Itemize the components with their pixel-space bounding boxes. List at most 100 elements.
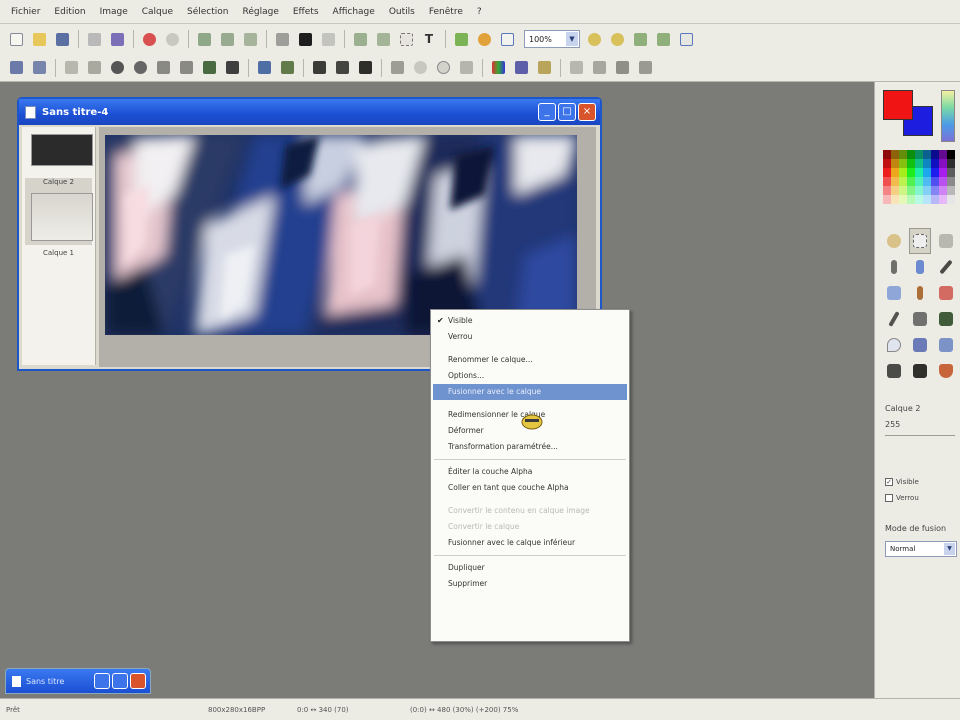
palette-swatch[interactable] (899, 195, 907, 204)
undo-icon[interactable] (139, 29, 159, 49)
menu-edit[interactable]: Edition (47, 7, 92, 17)
pen-icon[interactable] (199, 58, 219, 78)
palette-swatch[interactable] (939, 159, 947, 168)
menu-item-merge-layer[interactable]: Fusionner avec le calque (433, 384, 627, 400)
smudge-icon[interactable] (909, 332, 931, 358)
palette-swatch[interactable] (939, 177, 947, 186)
maximize-button[interactable]: □ (558, 103, 576, 121)
palette-swatch[interactable] (907, 177, 915, 186)
menu-item-duplicate[interactable]: Dupliquer (431, 560, 629, 576)
palette-swatch[interactable] (931, 159, 939, 168)
menu-selection[interactable]: Sélection (180, 7, 235, 17)
menu-item-paste-alpha[interactable]: Coller en tant que couche Alpha (431, 480, 629, 496)
minimize-button[interactable]: _ (538, 103, 556, 121)
palette-swatch[interactable] (907, 150, 915, 159)
menu-item-visible[interactable]: ✔ Visible (431, 313, 629, 329)
palette-swatch[interactable] (907, 195, 915, 204)
menu-adjust[interactable]: Réglage (236, 7, 286, 17)
hand-tool-icon[interactable] (883, 228, 905, 254)
chevron-down-icon[interactable]: ▼ (944, 543, 955, 555)
redo-icon[interactable] (162, 29, 182, 49)
palette-swatch[interactable] (899, 150, 907, 159)
palette-swatch[interactable] (947, 168, 955, 177)
maximize-button[interactable] (112, 673, 128, 689)
drop-icon[interactable] (883, 332, 905, 358)
menu-tools[interactable]: Outils (382, 7, 422, 17)
effect-brush-icon[interactable] (909, 358, 931, 384)
palette-swatch[interactable] (931, 168, 939, 177)
menu-item-lock[interactable]: Verrou (431, 329, 629, 345)
palette-swatch[interactable] (939, 150, 947, 159)
color-mixer[interactable] (941, 90, 955, 142)
layer-item[interactable] (25, 134, 93, 174)
rgb-icon[interactable] (488, 58, 508, 78)
restore-button[interactable] (94, 673, 110, 689)
tile-icon[interactable] (589, 58, 609, 78)
palette-swatch[interactable] (947, 177, 955, 186)
histogram-icon[interactable] (387, 58, 407, 78)
magic-wand-icon[interactable] (61, 58, 81, 78)
palette-swatch[interactable] (883, 159, 891, 168)
menu-file[interactable]: Fichier (4, 7, 47, 17)
layer-black-icon[interactable] (355, 58, 375, 78)
texture-tool-icon[interactable] (883, 358, 905, 384)
palette-swatch[interactable] (931, 150, 939, 159)
shield-icon[interactable] (935, 358, 957, 384)
eraser-icon[interactable] (935, 280, 957, 306)
close-button[interactable]: × (578, 103, 596, 121)
palette-swatch[interactable] (915, 177, 923, 186)
fill-black-icon[interactable] (295, 29, 315, 49)
palette-swatch[interactable] (947, 159, 955, 168)
image-canvas[interactable] (105, 135, 577, 335)
layer-thumbnail[interactable] (31, 193, 93, 241)
palette-swatch[interactable] (891, 186, 899, 195)
layer-item[interactable]: Calque 1 (25, 249, 92, 261)
palette-swatch[interactable] (931, 186, 939, 195)
script-icon[interactable] (635, 58, 655, 78)
palette-swatch[interactable] (915, 150, 923, 159)
menu-item-options[interactable]: Options... (431, 368, 629, 384)
eyedropper-icon[interactable] (883, 254, 905, 280)
paste-icon[interactable] (217, 29, 237, 49)
color-balance-icon[interactable] (511, 58, 531, 78)
palette-swatch[interactable] (923, 150, 931, 159)
palette-swatch[interactable] (907, 168, 915, 177)
palette-swatch[interactable] (899, 186, 907, 195)
palette-swatch[interactable] (939, 195, 947, 204)
palette-swatch[interactable] (947, 195, 955, 204)
clone-icon[interactable] (935, 306, 957, 332)
palette-icon[interactable] (474, 29, 494, 49)
palette-swatch[interactable] (939, 186, 947, 195)
palette-swatch[interactable] (883, 177, 891, 186)
palette-swatch[interactable] (899, 168, 907, 177)
filter-icon[interactable] (254, 58, 274, 78)
menu-item-rename-layer[interactable]: Renommer le calque... (431, 352, 629, 368)
layers-merge-icon[interactable] (373, 29, 393, 49)
palette-swatch[interactable] (947, 150, 955, 159)
blend-mode-select[interactable]: Normal ▼ (885, 541, 957, 557)
scan-icon[interactable] (107, 29, 127, 49)
effects-icon[interactable] (451, 29, 471, 49)
crop-icon[interactable] (272, 29, 292, 49)
layer-item[interactable]: Calque 2 (25, 178, 93, 245)
brush-tool-icon[interactable] (909, 280, 931, 306)
palette-swatch[interactable] (923, 168, 931, 177)
print-icon[interactable] (84, 29, 104, 49)
selection-tool-icon[interactable] (909, 228, 931, 254)
actual-size-icon[interactable] (653, 29, 673, 49)
calendar-icon[interactable] (497, 29, 517, 49)
color-palette[interactable] (883, 150, 955, 204)
new-file-icon[interactable] (6, 29, 26, 49)
palette-swatch[interactable] (907, 159, 915, 168)
chevron-down-icon[interactable]: ▼ (566, 32, 578, 46)
menu-layer[interactable]: Calque (135, 7, 180, 17)
layer-dark-icon[interactable] (309, 58, 329, 78)
droplet-icon[interactable] (410, 58, 430, 78)
palette-swatch[interactable] (907, 186, 915, 195)
airbrush-icon[interactable] (909, 306, 931, 332)
palette-swatch[interactable] (891, 168, 899, 177)
layer-thumbnail[interactable] (31, 134, 93, 166)
menu-view[interactable]: Affichage (326, 7, 382, 17)
menu-window[interactable]: Fenêtre (422, 7, 470, 17)
zoom-in-icon[interactable] (584, 29, 604, 49)
